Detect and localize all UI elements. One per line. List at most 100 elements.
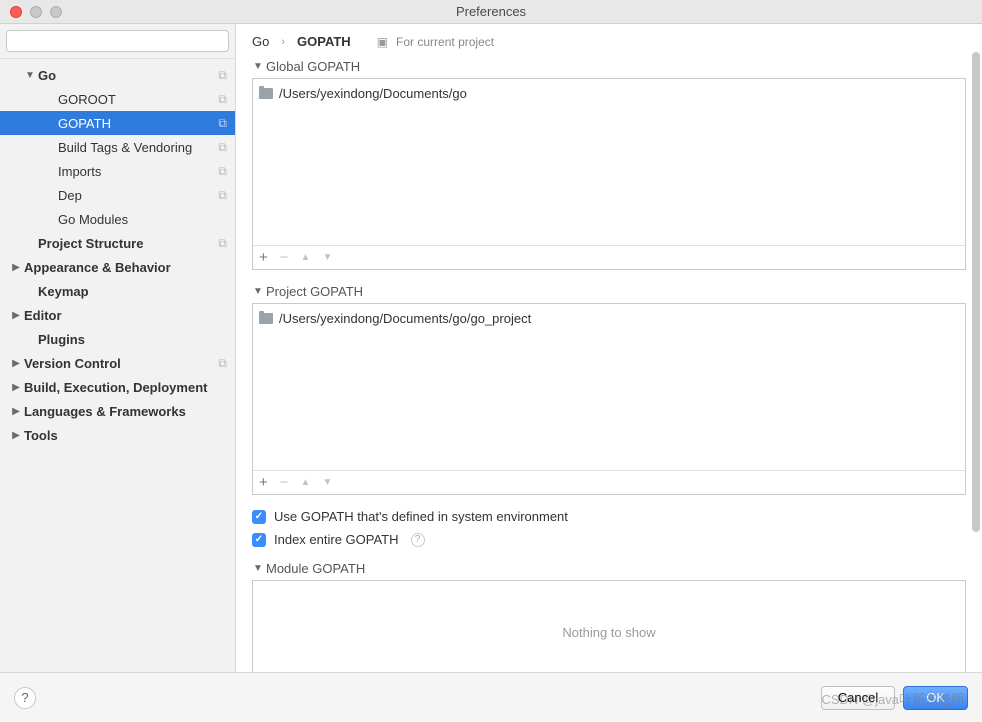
sidebar-item-editor[interactable]: ▶Editor [0, 303, 235, 327]
sidebar-item-languages-frameworks[interactable]: ▶Languages & Frameworks [0, 399, 235, 423]
scrollbar[interactable] [972, 52, 980, 692]
titlebar: Preferences [0, 0, 982, 24]
list-item[interactable]: /Users/yexindong/Documents/go/go_project [259, 308, 959, 328]
sidebar-item-build-execution-deployment[interactable]: ▶Build, Execution, Deployment [0, 375, 235, 399]
list-body[interactable]: /Users/yexindong/Documents/go [253, 79, 965, 245]
copy-icon: ⧉ [218, 116, 227, 131]
checkbox-checked-icon: ✓ [252, 510, 266, 524]
add-button[interactable]: + [259, 475, 268, 490]
chevron-right-icon: ▶ [10, 262, 22, 273]
window-title: Preferences [0, 4, 982, 19]
sidebar-item-label: Go [38, 68, 214, 83]
use-system-gopath-checkbox[interactable]: ✓ Use GOPATH that's defined in system en… [252, 509, 966, 524]
breadcrumb-parent[interactable]: Go [252, 34, 269, 49]
sidebar-item-project-structure[interactable]: ▶Project Structure⧉ [0, 231, 235, 255]
move-up-button[interactable]: ▲ [301, 478, 311, 488]
copy-icon: ⧉ [218, 188, 227, 203]
sidebar-item-dep[interactable]: ▶Dep⧉ [0, 183, 235, 207]
chevron-down-icon: ▼ [24, 70, 36, 81]
copy-icon: ⧉ [218, 68, 227, 83]
global-gopath-list: /Users/yexindong/Documents/go + − ▲ ▼ [252, 78, 966, 270]
sidebar-item-label: Imports [58, 164, 214, 179]
sidebar-item-label: Version Control [24, 356, 214, 371]
empty-message: Nothing to show [259, 585, 959, 640]
section-global-gopath: ▼ Global GOPATH /Users/yexindong/Documen… [252, 59, 966, 270]
search-wrap [0, 24, 235, 59]
copy-icon: ⧉ [218, 356, 227, 371]
sidebar-item-plugins[interactable]: ▶Plugins [0, 327, 235, 351]
sidebar-item-label: Build, Execution, Deployment [24, 380, 227, 395]
chevron-down-icon: ▼ [252, 563, 264, 574]
footer: ? Cancel OK [0, 672, 982, 722]
main-header: Go › GOPATH ▣ For current project [236, 24, 982, 59]
module-gopath-list: Nothing to show [252, 580, 966, 672]
path-label: /Users/yexindong/Documents/go/go_project [279, 311, 531, 326]
sidebar-item-label: Build Tags & Vendoring [58, 140, 214, 155]
section-module-gopath: ▼ Module GOPATH Nothing to show [252, 561, 966, 672]
sidebar-item-keymap[interactable]: ▶Keymap [0, 279, 235, 303]
chevron-right-icon: ▶ [10, 430, 22, 441]
sidebar-item-label: Tools [24, 428, 227, 443]
path-label: /Users/yexindong/Documents/go [279, 86, 467, 101]
sidebar-item-label: GOROOT [58, 92, 214, 107]
search-input[interactable] [6, 30, 229, 52]
settings-tree[interactable]: ▼Go ⧉ ▶ GOROOT ⧉ ▶ GOPATH ⧉ ▶ Build Tags & Vendor… [0, 59, 235, 672]
chevron-down-icon: ▼ [252, 286, 264, 297]
sidebar-item-appearance-behavior[interactable]: ▶Appearance & Behavior [0, 255, 235, 279]
cancel-button[interactable]: Cancel [821, 686, 895, 710]
remove-button[interactable]: − [280, 475, 289, 490]
copy-icon: ⧉ [218, 236, 227, 251]
sidebar-item-label: GOPATH [58, 116, 214, 131]
main-panel: Go › GOPATH ▣ For current project ▼ Glob… [236, 24, 982, 672]
help-icon[interactable]: ? [411, 533, 425, 547]
copy-icon: ⧉ [218, 92, 227, 107]
chevron-down-icon: ▼ [252, 61, 264, 72]
breadcrumb-current: GOPATH [297, 34, 351, 49]
list-toolbar: + − ▲ ▼ [253, 470, 965, 494]
list-item[interactable]: /Users/yexindong/Documents/go [259, 83, 959, 103]
checkbox-label: Use GOPATH that's defined in system envi… [274, 509, 568, 524]
sidebar-item-go[interactable]: ▼Go ⧉ [0, 63, 235, 87]
main-content: ▼ Global GOPATH /Users/yexindong/Documen… [236, 59, 982, 672]
sidebar-item-go-modules[interactable]: ▶Go Modules [0, 207, 235, 231]
scrollbar-thumb[interactable] [972, 52, 980, 532]
section-title: Module GOPATH [266, 561, 365, 576]
list-body[interactable]: Nothing to show [253, 581, 965, 672]
scope-label: For current project [396, 35, 494, 49]
help-button[interactable]: ? [14, 687, 36, 709]
section-header[interactable]: ▼ Module GOPATH [252, 561, 966, 576]
section-title: Project GOPATH [266, 284, 363, 299]
sidebar-item-imports[interactable]: ▶Imports⧉ [0, 159, 235, 183]
folder-icon [259, 313, 273, 324]
sidebar-item-label: Plugins [38, 332, 227, 347]
move-up-button[interactable]: ▲ [301, 253, 311, 263]
sidebar-item-label: Dep [58, 188, 214, 203]
sidebar: ▼Go ⧉ ▶ GOROOT ⧉ ▶ GOPATH ⧉ ▶ Build Tags & Vendor… [0, 24, 236, 672]
sidebar-item-label: Project Structure [38, 236, 214, 251]
remove-button[interactable]: − [280, 250, 289, 265]
move-down-button[interactable]: ▼ [322, 253, 332, 263]
section-header[interactable]: ▼ Global GOPATH [252, 59, 966, 74]
index-entire-gopath-checkbox[interactable]: ✓ Index entire GOPATH ? [252, 532, 966, 547]
project-scope-icon: ▣ [377, 35, 388, 49]
sidebar-item-label: Languages & Frameworks [24, 404, 227, 419]
sidebar-item-label: Editor [24, 308, 227, 323]
sidebar-item-version-control[interactable]: ▶Version Control ⧉ [0, 351, 235, 375]
list-body[interactable]: /Users/yexindong/Documents/go/go_project [253, 304, 965, 470]
copy-icon: ⧉ [218, 164, 227, 179]
sidebar-item-label: Go Modules [58, 212, 227, 227]
ok-button[interactable]: OK [903, 686, 968, 710]
add-button[interactable]: + [259, 250, 268, 265]
copy-icon: ⧉ [218, 140, 227, 155]
sidebar-item-build-tags-vendoring[interactable]: ▶Build Tags & Vendoring⧉ [0, 135, 235, 159]
project-gopath-list: /Users/yexindong/Documents/go/go_project… [252, 303, 966, 495]
sidebar-item-tools[interactable]: ▶Tools [0, 423, 235, 447]
checkbox-label: Index entire GOPATH [274, 532, 399, 547]
sidebar-item-gopath[interactable]: ▶GOPATH⧉ [0, 111, 235, 135]
chevron-right-icon: ▶ [10, 358, 22, 369]
section-project-gopath: ▼ Project GOPATH /Users/yexindong/Docume… [252, 284, 966, 495]
sidebar-item-goroot[interactable]: ▶GOROOT⧉ [0, 87, 235, 111]
section-header[interactable]: ▼ Project GOPATH [252, 284, 966, 299]
move-down-button[interactable]: ▼ [322, 478, 332, 488]
chevron-right-icon: › [281, 36, 285, 48]
